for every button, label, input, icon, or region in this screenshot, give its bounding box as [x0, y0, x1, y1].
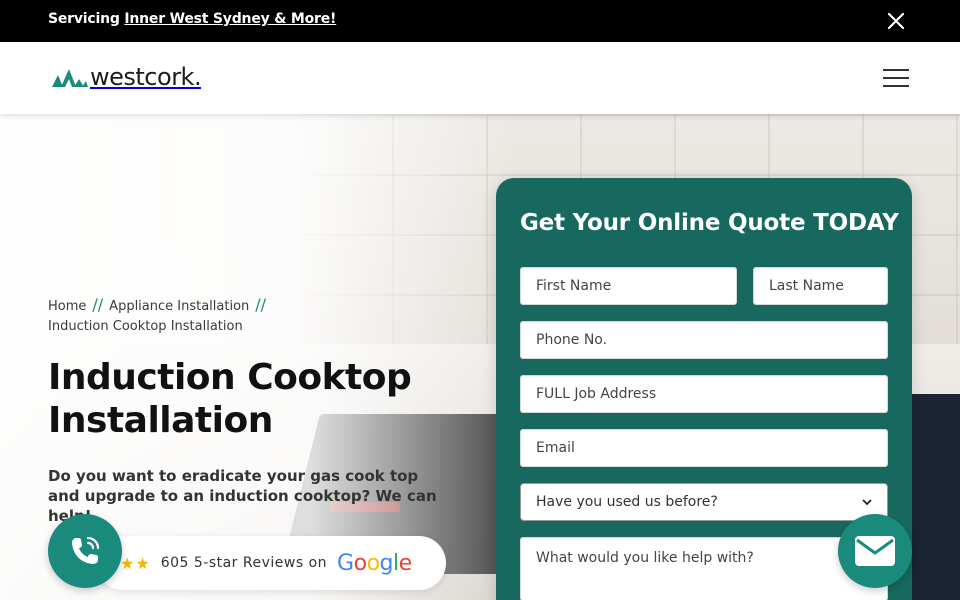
used-before-selected-value: Have you used us before?	[536, 494, 718, 510]
announcement-bar: Servicing Inner West Sydney & More!	[0, 0, 960, 42]
last-name-field[interactable]	[753, 267, 888, 305]
hamburger-menu-icon[interactable]	[882, 66, 910, 90]
phone-field[interactable]	[520, 321, 888, 359]
email-us-button[interactable]	[838, 514, 912, 588]
breadcrumb-home[interactable]: Home	[48, 299, 86, 314]
google-logo: Google	[337, 550, 412, 576]
phone-icon	[72, 536, 100, 564]
announcement-prefix: Servicing	[48, 11, 125, 27]
logo-text: westcork.	[90, 63, 202, 91]
address-input[interactable]	[536, 386, 872, 402]
phone-input[interactable]	[536, 332, 872, 348]
hero-lede: Do you want to eradicate your gas cook t…	[48, 467, 437, 525]
breadcrumb: Home // Appliance Installation // Induction…	[48, 295, 308, 337]
help-message-textarea[interactable]	[536, 550, 872, 582]
help-message-field[interactable]	[520, 537, 888, 600]
westcork-logo[interactable]: westcork.	[52, 62, 202, 92]
breadcrumb-current: Induction Cooktop Installation	[48, 319, 243, 334]
quote-form-heading: Get Your Online Quote TODAY	[520, 210, 899, 236]
page-title: Induction Cooktop Installation	[48, 357, 412, 441]
call-button[interactable]	[48, 514, 122, 588]
address-field[interactable]	[520, 375, 888, 413]
close-icon[interactable]	[884, 9, 908, 33]
chevron-down-icon	[862, 499, 872, 506]
used-before-select[interactable]: Have you used us before?	[520, 483, 888, 521]
google-reviews-badge[interactable]: ★★ 605 5-star Reviews on Google	[96, 536, 446, 590]
logo-mark-icon	[52, 69, 88, 87]
email-input[interactable]	[536, 440, 872, 456]
breadcrumb-appliance-installation[interactable]: Appliance Installation	[109, 299, 249, 314]
first-name-field[interactable]	[520, 267, 737, 305]
last-name-input[interactable]	[769, 278, 872, 294]
breadcrumb-separator: //	[255, 295, 267, 314]
announcement-message: Servicing Inner West Sydney & More!	[48, 11, 336, 27]
site-header: westcork.	[0, 42, 960, 114]
service-area-link[interactable]: Inner West Sydney & More!	[124, 11, 336, 27]
mail-icon	[855, 536, 895, 566]
first-name-input[interactable]	[536, 278, 721, 294]
star-rating-icon: ★★	[120, 553, 151, 573]
email-field[interactable]	[520, 429, 888, 467]
breadcrumb-separator: //	[92, 295, 104, 314]
reviews-count-text: 605 5-star Reviews on	[160, 555, 328, 571]
